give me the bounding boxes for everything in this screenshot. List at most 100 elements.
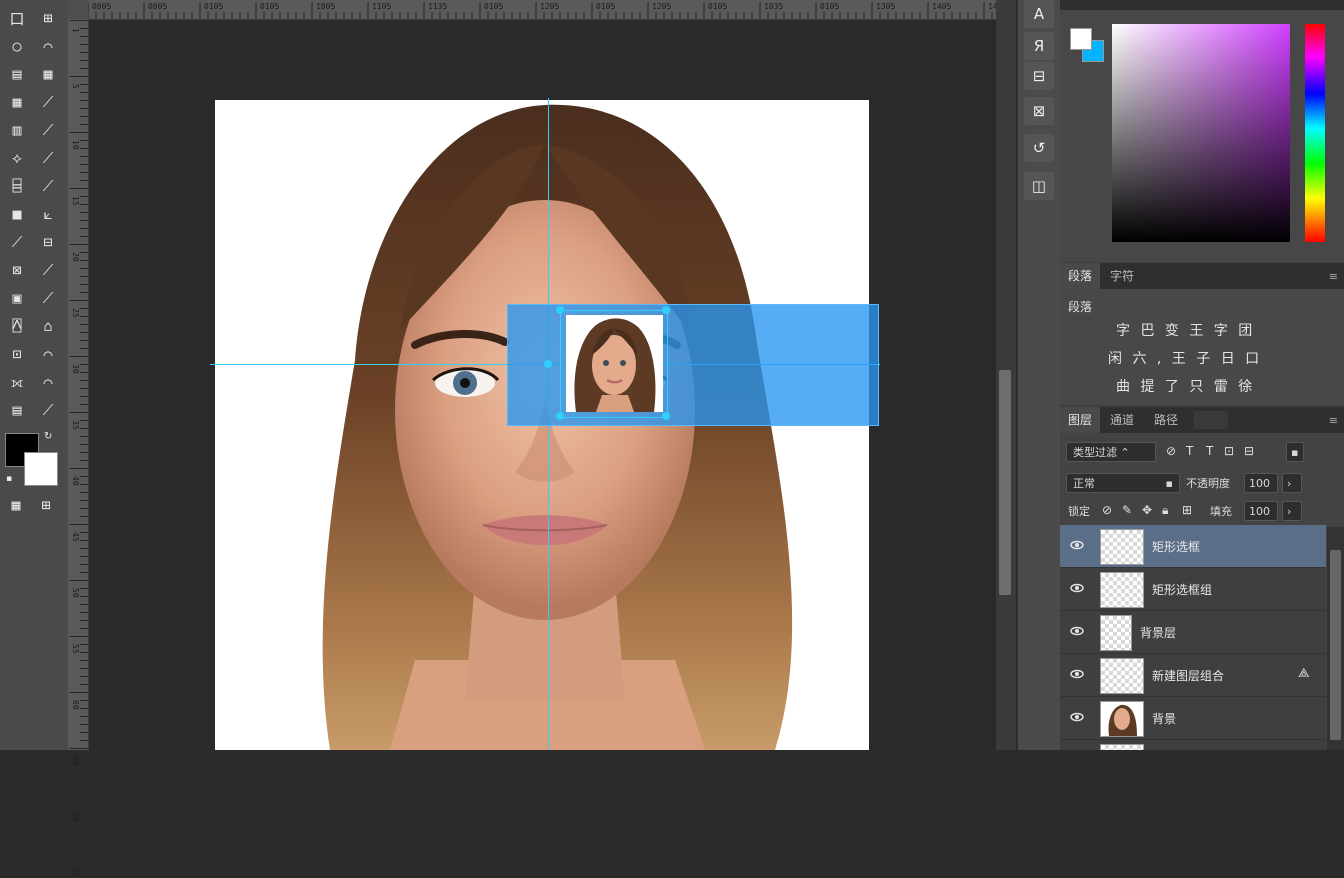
layer-effects-icon[interactable]: ⟁ [1298,666,1310,681]
ruler-label: 1205 [652,2,672,11]
adjustment-filter-icon[interactable]: T [1186,444,1193,458]
layer-row[interactable]: 背景 [1060,697,1326,740]
layers-scrollbar-thumb[interactable] [1330,550,1341,740]
swap-colors-icon[interactable]: ↻ [44,431,52,442]
tool-right-13-icon[interactable]: ⌒ [35,370,61,394]
tool-left-2-icon[interactable]: ▤ [4,62,30,86]
history-panel-icon[interactable]: ↺ [1024,134,1054,162]
background-color-swatch[interactable] [24,452,58,486]
tool-left-13-icon[interactable]: ⟗ [4,370,30,394]
foreground-color-chip[interactable] [1070,28,1092,50]
fill-dropdown[interactable]: › [1282,501,1302,521]
layer-name[interactable]: 矩形选框 [1152,538,1200,555]
tool-left-3-icon[interactable]: ▦ [4,90,30,114]
adjustments-panel-icon[interactable]: ⊠ [1024,97,1054,125]
lock-all-icon[interactable]: 🔒︎ [1162,503,1168,518]
transform-handle[interactable] [544,360,552,368]
character-panel-icon[interactable]: A [1024,0,1054,28]
tool-left-11-icon[interactable]: ⍓ [4,314,30,338]
tool-left-10-icon[interactable]: ▣ [4,286,30,310]
screen-mode-icon[interactable]: ⊞ [33,493,59,517]
properties-panel-icon[interactable]: ⊟ [1024,62,1054,90]
layer-name[interactable]: 新建图层组合 [1152,667,1224,684]
visibility-eye-icon[interactable] [1070,538,1084,552]
tool-right-14-icon[interactable]: ⟋ [35,398,61,422]
transform-handle[interactable] [662,412,670,420]
fill-input[interactable]: 100 [1244,501,1278,521]
type-filter-icon[interactable]: T [1206,444,1213,458]
visibility-eye-icon[interactable] [1070,710,1084,724]
smart-filter-icon[interactable]: ⊟ [1244,444,1254,458]
lock-artboard-icon[interactable]: ⊞ [1182,503,1192,517]
tool-right-7-icon[interactable]: ⟀ [35,202,61,226]
lock-transparent-icon[interactable]: ⊘ [1102,503,1112,517]
tool-right-8-icon[interactable]: ⊟ [35,230,61,254]
filter-toggle[interactable]: ▪ [1286,442,1304,462]
pixel-filter-icon[interactable]: ⊘ [1166,444,1176,458]
tool-right-9-icon[interactable]: ⟋ [35,258,61,282]
tool-right-4-icon[interactable]: ⟋ [35,118,61,142]
panel-menu-icon[interactable]: ≡ [1329,414,1338,427]
layer-row[interactable]: 矩形选框 [1060,525,1326,568]
tool-left-9-icon[interactable]: ⊠ [4,258,30,282]
transform-handle[interactable] [556,306,564,314]
shape-filter-icon[interactable]: ⊡ [1224,444,1234,458]
tool-right-11-icon[interactable]: ⌂ [35,314,61,338]
ruler-label: 25 [71,308,80,318]
paragraph-row[interactable]: 字 巴 变 王 字 团 [1116,320,1255,340]
tab-paragraph[interactable]: 段落 [1060,263,1101,289]
visibility-eye-icon[interactable] [1070,581,1084,595]
tool-right-5-icon[interactable]: ⟋ [35,146,61,170]
ruler-tick [80,500,88,501]
paragraph-row[interactable]: 闲 六 , 王 子 日 口 [1108,348,1262,368]
tab-paths[interactable]: 路径 [1146,407,1186,433]
transform-handle[interactable] [556,412,564,420]
tool-right-10-icon[interactable]: ⟋ [35,286,61,310]
visibility-eye-icon[interactable] [1070,667,1084,681]
tool-left-5-icon[interactable]: ⟡ [4,146,30,170]
tool-left-1-icon[interactable]: ○ [4,34,30,58]
scrollbar-thumb[interactable] [999,370,1011,595]
tool-right-12-icon[interactable]: ⌒ [35,342,61,366]
layer-row[interactable]: 矩形选框组 [1060,568,1326,611]
layer-name[interactable]: 背景层 [1140,624,1176,641]
opacity-dropdown[interactable]: › [1282,473,1302,493]
paragraph-panel-icon[interactable]: Я [1024,32,1054,60]
tool-right-0-icon[interactable]: ⊞ [35,6,61,30]
layer-row[interactable] [1060,740,1326,750]
tool-left-4-icon[interactable]: ▥ [4,118,30,142]
panel-menu-icon[interactable]: ≡ [1329,270,1338,283]
color-picker-field[interactable] [1112,24,1290,242]
ruler-label: 0005 [92,2,112,11]
paragraph-row[interactable]: 曲 提 了 只 雷 徐 [1116,376,1255,396]
tool-left-8-icon[interactable]: ⟋ [4,230,30,254]
default-colors-icon[interactable]: ▪ [6,474,12,484]
tool-right-6-icon[interactable]: ⟋ [35,174,61,198]
tool-left-12-icon[interactable]: ⊡ [4,342,30,366]
layer-name[interactable]: 背景 [1152,710,1176,727]
tool-left-14-icon[interactable]: ▤ [4,398,30,422]
blend-mode-select[interactable]: 正常 ▪ [1066,473,1180,493]
lock-position-icon[interactable]: ✥ [1142,503,1152,517]
layer-row[interactable]: 新建图层组合 ⟁ [1060,654,1326,697]
lock-pixels-icon[interactable]: ✎ [1122,503,1132,517]
tool-right-1-icon[interactable]: ⌒ [35,34,61,58]
visibility-eye-icon[interactable] [1070,624,1084,638]
layer-name[interactable]: 矩形选框组 [1152,581,1212,598]
tool-left-7-icon[interactable]: ■ [4,202,30,226]
quick-mask-icon[interactable]: ▦ [3,493,29,517]
tab-character[interactable]: 字符 [1102,263,1142,289]
tool-left-6-icon[interactable]: ⌸ [4,174,30,198]
tool-right-2-icon[interactable]: ▦ [35,62,61,86]
tab-layers[interactable]: 图层 [1060,407,1101,433]
tool-right-3-icon[interactable]: ⟋ [35,90,61,114]
opacity-input[interactable]: 100 [1244,473,1278,493]
tool-left-0-icon[interactable]: 口 [4,6,30,30]
layer-row[interactable]: 背景层 [1060,611,1326,654]
transform-handle[interactable] [662,306,670,314]
tab-channels[interactable]: 通道 [1102,407,1142,433]
kind-filter-select[interactable]: 类型过滤 ⌃ [1066,442,1156,462]
ruler-label: 30 [71,364,80,374]
libraries-panel-icon[interactable]: ◫ [1024,172,1054,200]
hue-slider[interactable] [1305,24,1325,242]
